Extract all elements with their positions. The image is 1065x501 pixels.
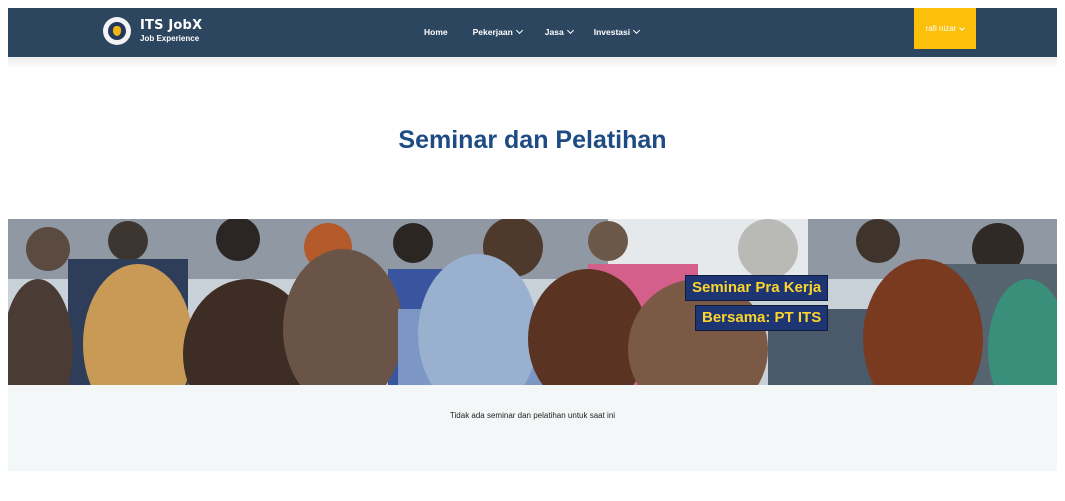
nav-investasi-label: Investasi [593,27,631,37]
brand-subtitle: Job Experience [140,34,200,43]
seminar-banner: Seminar Pra Kerja Bersama: PT ITS [8,219,1057,385]
nav-pekerjaan-label: Pekerjaan [472,27,513,37]
nav-jasa-label: Jasa [544,27,564,37]
nav-home-label: Home [424,27,448,37]
its-logo-icon [103,17,131,45]
banner-title-line2: Bersama: PT ITS [695,305,829,331]
page-title: Seminar dan Pelatihan [398,126,667,154]
chevron-down-icon [959,24,966,31]
banner-title-line1: Seminar Pra Kerja [685,275,829,301]
nav-home[interactable]: Home [424,27,448,37]
chevron-down-icon [633,26,641,35]
brand[interactable]: ITS JobX Job Experience [103,17,202,45]
audience-photo [8,219,1057,385]
seminar-list-section: Tidak ada seminar dan pelatihan untuk sa… [8,385,1057,471]
brand-title: ITS JobX [140,18,203,33]
chevron-down-icon [515,26,523,35]
nav-pekerjaan-dropdown[interactable]: Pekerjaan [472,26,523,37]
nav-jasa-dropdown[interactable]: Jasa [544,26,574,37]
empty-state-message: Tidak ada seminar dan pelatihan untuk sa… [449,411,616,420]
user-menu-button[interactable]: rafi nizar [914,8,976,49]
top-navbar: ITS JobX Job Experience Home Pekerjaan J… [8,8,1057,57]
nav-investasi-dropdown[interactable]: Investasi [593,26,641,37]
nav-menu: Home Pekerjaan Jasa Investasi [424,26,641,37]
navbar-shadow [8,57,1057,69]
user-name: rafi nizar [925,24,957,33]
chevron-down-icon [566,26,574,35]
